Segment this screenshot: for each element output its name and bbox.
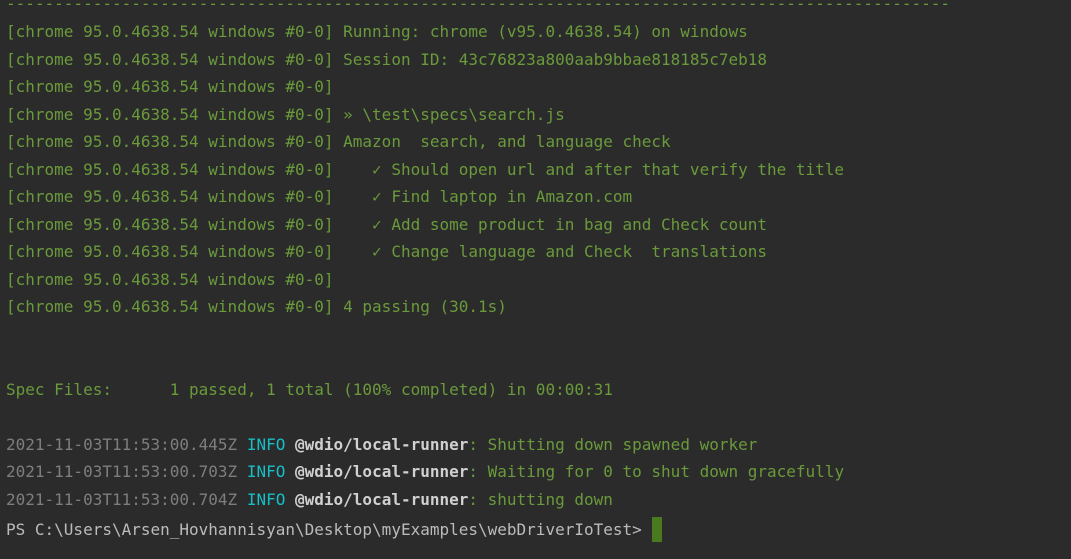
spec-output-line: [chrome 95.0.4638.54 windows #0-0] ✓ Fin… <box>6 187 632 207</box>
log-line: 2021-11-03T11:53:00.704Z INFO @wdio/loca… <box>6 490 613 510</box>
log-source: @wdio/local-runner <box>295 490 469 509</box>
spec-output-line: [chrome 95.0.4638.54 windows #0-0] 4 pas… <box>6 297 507 317</box>
log-level: INFO <box>246 435 286 454</box>
spec-output-line: [chrome 95.0.4638.54 windows #0-0] ✓ Add… <box>6 215 767 235</box>
line-text: ✓ Should open url and after that verify … <box>333 160 845 179</box>
spec-files-summary: Spec Files: 1 passed, 1 total (100% comp… <box>6 380 613 399</box>
line-prefix: [chrome 95.0.4638.54 windows #0-0] <box>6 105 334 124</box>
log-line: 2021-11-03T11:53:00.445Z INFO @wdio/loca… <box>6 435 757 455</box>
line-prefix: [chrome 95.0.4638.54 windows #0-0] <box>6 132 334 151</box>
log-timestamp: 2021-11-03T11:53:00.445Z <box>6 435 238 454</box>
log-level: INFO <box>246 490 286 509</box>
spec-output-line: [chrome 95.0.4638.54 windows #0-0] Sessi… <box>6 50 767 70</box>
log-message: : Waiting for 0 to shut down gracefully <box>468 462 845 481</box>
line-text: ✓ Add some product in bag and Check coun… <box>333 215 767 234</box>
log-timestamp: 2021-11-03T11:53:00.703Z <box>6 462 238 481</box>
spec-output-line: [chrome 95.0.4638.54 windows #0-0] Amazo… <box>6 132 671 152</box>
log-source: @wdio/local-runner <box>295 435 469 454</box>
log-message: : shutting down <box>468 490 613 509</box>
prompt-path: PS C:\Users\Arsen_Hovhannisyan\Desktop\m… <box>6 520 642 539</box>
line-text: Amazon search, and language check <box>333 132 671 151</box>
log-message: : Shutting down spawned worker <box>468 435 758 454</box>
line-text: Running: chrome (v95.0.4638.54) on windo… <box>333 22 748 41</box>
line-text: ✓ Find laptop in Amazon.com <box>333 187 633 206</box>
line-text: 4 passing (30.1s) <box>333 297 507 316</box>
line-prefix: [chrome 95.0.4638.54 windows #0-0] <box>6 270 334 289</box>
separator-line: ----------------------------------------… <box>6 0 951 13</box>
line-text: » \test\specs\search.js <box>333 105 565 124</box>
line-prefix: [chrome 95.0.4638.54 windows #0-0] <box>6 215 334 234</box>
line-prefix: [chrome 95.0.4638.54 windows #0-0] <box>6 242 334 261</box>
line-text: Session ID: 43c76823a800aab9bbae818185c7… <box>333 50 767 69</box>
spec-output-line: [chrome 95.0.4638.54 windows #0-0] <box>6 77 334 97</box>
line-prefix: [chrome 95.0.4638.54 windows #0-0] <box>6 50 334 69</box>
line-prefix: [chrome 95.0.4638.54 windows #0-0] <box>6 297 334 316</box>
line-prefix: [chrome 95.0.4638.54 windows #0-0] <box>6 187 334 206</box>
log-level: INFO <box>246 462 286 481</box>
log-source: @wdio/local-runner <box>295 462 469 481</box>
spec-output-line: [chrome 95.0.4638.54 windows #0-0] ✓ Sho… <box>6 160 844 180</box>
line-prefix: [chrome 95.0.4638.54 windows #0-0] <box>6 77 334 96</box>
command-prompt-line[interactable]: PS C:\Users\Arsen_Hovhannisyan\Desktop\m… <box>6 517 662 542</box>
spec-output-line: [chrome 95.0.4638.54 windows #0-0] <box>6 270 334 290</box>
log-timestamp: 2021-11-03T11:53:00.704Z <box>6 490 238 509</box>
terminal-window[interactable]: ----------------------------------------… <box>0 0 1071 559</box>
spec-output-line: [chrome 95.0.4638.54 windows #0-0] ✓ Cha… <box>6 242 767 262</box>
text-cursor <box>651 517 662 542</box>
line-prefix: [chrome 95.0.4638.54 windows #0-0] <box>6 22 334 41</box>
log-line: 2021-11-03T11:53:00.703Z INFO @wdio/loca… <box>6 462 844 482</box>
line-text: ✓ Change language and Check translations <box>333 242 767 261</box>
line-prefix: [chrome 95.0.4638.54 windows #0-0] <box>6 160 334 179</box>
spec-output-line: [chrome 95.0.4638.54 windows #0-0] Runni… <box>6 22 748 42</box>
spec-output-line: [chrome 95.0.4638.54 windows #0-0] » \te… <box>6 105 565 125</box>
